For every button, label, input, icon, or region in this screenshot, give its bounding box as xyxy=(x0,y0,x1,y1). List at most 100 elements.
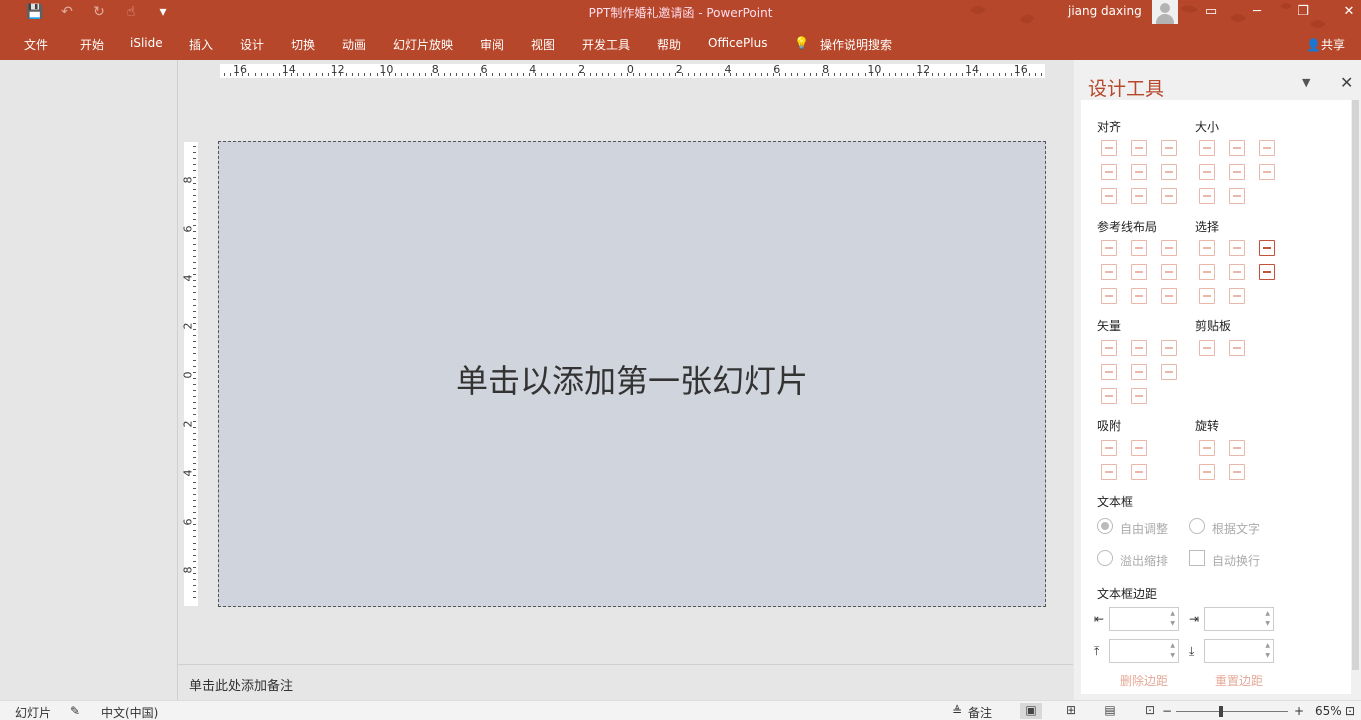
align-left-icon[interactable] xyxy=(1101,140,1117,156)
align-bottom-icon[interactable] xyxy=(1161,164,1177,180)
reading-view-icon[interactable]: ▤ xyxy=(1099,703,1121,719)
select-line-icon[interactable] xyxy=(1229,264,1245,280)
swap-size-icon[interactable] xyxy=(1259,164,1275,180)
slide-sorter-icon[interactable]: ⊞ xyxy=(1060,703,1082,719)
tab-design[interactable]: 设计 xyxy=(240,36,264,53)
zoom-slider-track[interactable] xyxy=(1176,711,1288,712)
tab-view[interactable]: 视图 xyxy=(531,36,555,53)
margin-right-input[interactable] xyxy=(1204,607,1274,631)
stretch-right-icon[interactable] xyxy=(1229,188,1245,204)
zoom-level[interactable]: 65% xyxy=(1315,704,1342,718)
restore-icon[interactable]: ❐ xyxy=(1293,4,1313,19)
tab-home[interactable]: 开始 xyxy=(80,36,104,53)
snap-left-icon[interactable] xyxy=(1101,440,1117,456)
select-same-icon[interactable] xyxy=(1199,240,1215,256)
match-width-icon[interactable] xyxy=(1199,164,1215,180)
tab-officeplus[interactable]: OfficePlus xyxy=(708,36,767,50)
vector-intersect-icon[interactable] xyxy=(1101,364,1117,380)
margin-top-input[interactable] xyxy=(1109,639,1179,663)
same-width-icon[interactable] xyxy=(1199,140,1215,156)
vector-union-icon[interactable] xyxy=(1101,340,1117,356)
align-middle-icon[interactable] xyxy=(1131,164,1147,180)
align-top-icon[interactable] xyxy=(1101,164,1117,180)
fit-text-radio[interactable] xyxy=(1189,518,1205,534)
slideshow-view-icon[interactable]: ⊡ xyxy=(1139,703,1161,719)
paste-icon[interactable] xyxy=(1229,340,1245,356)
stretch-left-icon[interactable] xyxy=(1199,188,1215,204)
notes-toggle-label[interactable]: 备注 xyxy=(968,704,992,720)
text-vector-icon[interactable] xyxy=(1101,388,1117,404)
guide-columns-icon[interactable] xyxy=(1131,288,1147,304)
zoom-in-icon[interactable]: + xyxy=(1294,704,1304,718)
match-height-icon[interactable] xyxy=(1229,164,1245,180)
notes-placeholder[interactable]: 单击此处添加备注 xyxy=(189,675,293,694)
ribbon-display-icon[interactable]: ▭ xyxy=(1201,4,1221,19)
snap-bottom-icon[interactable] xyxy=(1131,464,1147,480)
minimize-icon[interactable]: ─ xyxy=(1247,4,1267,19)
align-center-icon[interactable] xyxy=(1131,140,1147,156)
select-layer-icon[interactable] xyxy=(1229,288,1245,304)
vector-subtract-icon[interactable] xyxy=(1131,364,1147,380)
auto-fit-radio[interactable] xyxy=(1097,518,1113,534)
reset-margins-button[interactable]: 重置边距 xyxy=(1215,672,1263,689)
slide-thumbnails-pane[interactable] xyxy=(0,60,178,700)
notes-pane[interactable]: 单击此处添加备注 xyxy=(178,664,1073,700)
guide-rows-icon[interactable] xyxy=(1101,288,1117,304)
vertical-ruler[interactable]: 864202468 xyxy=(182,142,198,606)
tab-insert[interactable]: 插入 xyxy=(189,36,213,53)
tab-file[interactable]: 文件 xyxy=(24,36,48,53)
guide-grid-icon[interactable] xyxy=(1161,288,1177,304)
panel-close-icon[interactable]: ✕ xyxy=(1340,73,1353,92)
guide-right-icon[interactable] xyxy=(1161,240,1177,256)
zoom-out-icon[interactable]: − xyxy=(1162,704,1172,718)
flip-horizontal-icon[interactable] xyxy=(1199,464,1215,480)
shrink-radio[interactable] xyxy=(1097,550,1113,566)
snap-right-icon[interactable] xyxy=(1131,440,1147,456)
tab-animations[interactable]: 动画 xyxy=(342,36,366,53)
same-height-icon[interactable] xyxy=(1229,140,1245,156)
horizontal-ruler[interactable]: 16 14 12 10 8 6 4 2 0 2 4 6 8 10 12 14 16 xyxy=(220,64,1045,78)
guide-top-icon[interactable] xyxy=(1101,264,1117,280)
select-group-icon[interactable] xyxy=(1199,288,1215,304)
rotate-right-icon[interactable] xyxy=(1229,440,1245,456)
lightbulb-icon[interactable]: 💡 xyxy=(794,36,809,50)
vector-edit-icon[interactable] xyxy=(1161,364,1177,380)
distribute-grid-icon[interactable] xyxy=(1161,188,1177,204)
guide-middle-icon[interactable] xyxy=(1131,264,1147,280)
guide-center-icon[interactable] xyxy=(1131,240,1147,256)
user-name[interactable]: jiang daxing xyxy=(1068,4,1142,18)
close-window-icon[interactable]: ✕ xyxy=(1339,4,1359,19)
panel-scrollbar[interactable] xyxy=(1352,100,1359,670)
tab-slideshow[interactable]: 幻灯片放映 xyxy=(393,36,453,53)
distribute-horizontal-icon[interactable] xyxy=(1101,188,1117,204)
zoom-slider-thumb[interactable] xyxy=(1219,706,1223,717)
cursor-icon[interactable] xyxy=(1259,264,1275,280)
language-indicator[interactable]: 中文(中国) xyxy=(101,704,158,720)
panel-options-icon[interactable]: ▼ xyxy=(1302,76,1310,89)
margin-left-input[interactable] xyxy=(1109,607,1179,631)
pen-icon[interactable] xyxy=(1131,388,1147,404)
vector-combine-icon[interactable] xyxy=(1131,340,1147,356)
fit-to-window-icon[interactable]: ⊡ xyxy=(1345,704,1355,718)
snap-top-icon[interactable] xyxy=(1101,464,1117,480)
flip-vertical-icon[interactable] xyxy=(1229,464,1245,480)
distribute-vertical-icon[interactable] xyxy=(1131,188,1147,204)
tab-islide[interactable]: iSlide xyxy=(130,36,163,50)
spell-check-icon[interactable]: ✎ xyxy=(70,704,80,718)
delete-margins-button[interactable]: 删除边距 xyxy=(1120,672,1168,689)
same-size-icon[interactable] xyxy=(1259,140,1275,156)
share-button[interactable]: 👤共享 xyxy=(1306,36,1345,53)
select-type-icon[interactable] xyxy=(1229,240,1245,256)
wrap-checkbox[interactable] xyxy=(1189,550,1205,566)
slide-count[interactable]: 幻灯片 xyxy=(15,704,51,720)
notes-toggle-icon[interactable]: ≜ xyxy=(952,704,962,718)
tell-me-search[interactable]: 操作说明搜索 xyxy=(820,36,892,53)
magic-wand-icon[interactable] xyxy=(1259,240,1275,256)
tab-review[interactable]: 审阅 xyxy=(480,36,504,53)
rotate-left-icon[interactable] xyxy=(1199,440,1215,456)
copy-icon[interactable] xyxy=(1199,340,1215,356)
guide-left-icon[interactable] xyxy=(1101,240,1117,256)
guide-bottom-icon[interactable] xyxy=(1161,264,1177,280)
align-right-icon[interactable] xyxy=(1161,140,1177,156)
tab-developer[interactable]: 开发工具 xyxy=(582,36,630,53)
